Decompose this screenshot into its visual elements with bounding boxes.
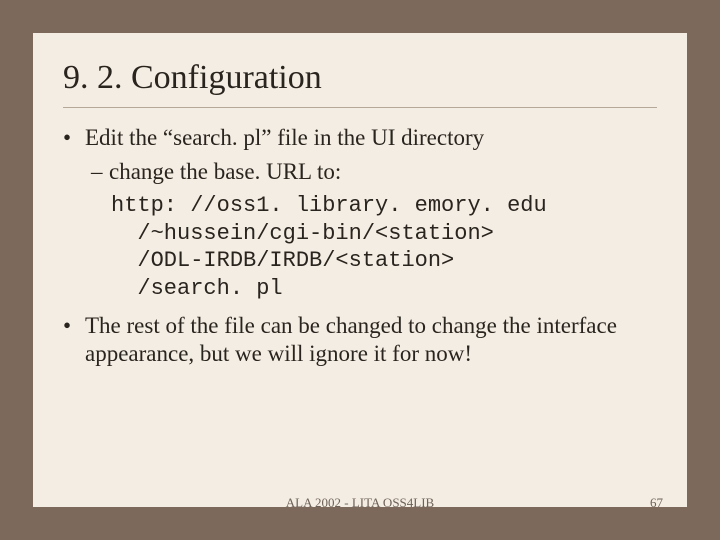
- page-number: 67: [650, 495, 663, 511]
- bullet-2-text: The rest of the file can be changed to c…: [85, 312, 657, 368]
- bullet-dot-icon: •: [63, 312, 85, 368]
- slide-title: 9. 2. Configuration: [63, 59, 657, 97]
- bullet-1: • Edit the “search. pl” file in the UI d…: [63, 124, 657, 152]
- dash-icon: –: [91, 158, 109, 186]
- slide-body: • Edit the “search. pl” file in the UI d…: [63, 124, 657, 368]
- footer-text: ALA 2002 - LITA OSS4LIB: [33, 495, 687, 511]
- bullet-1-text: Edit the “search. pl” file in the UI dir…: [85, 124, 657, 152]
- code-block: http: //oss1. library. emory. edu /~huss…: [111, 192, 657, 302]
- bullet-dot-icon: •: [63, 124, 85, 152]
- slide-frame: 9. 2. Configuration • Edit the “search. …: [0, 0, 720, 540]
- bullet-2: • The rest of the file can be changed to…: [63, 312, 657, 368]
- subbullet-1-text: change the base. URL to:: [109, 158, 657, 186]
- slide-panel: 9. 2. Configuration • Edit the “search. …: [33, 33, 687, 507]
- subbullet-1: – change the base. URL to:: [91, 158, 657, 186]
- title-rule: [63, 107, 657, 108]
